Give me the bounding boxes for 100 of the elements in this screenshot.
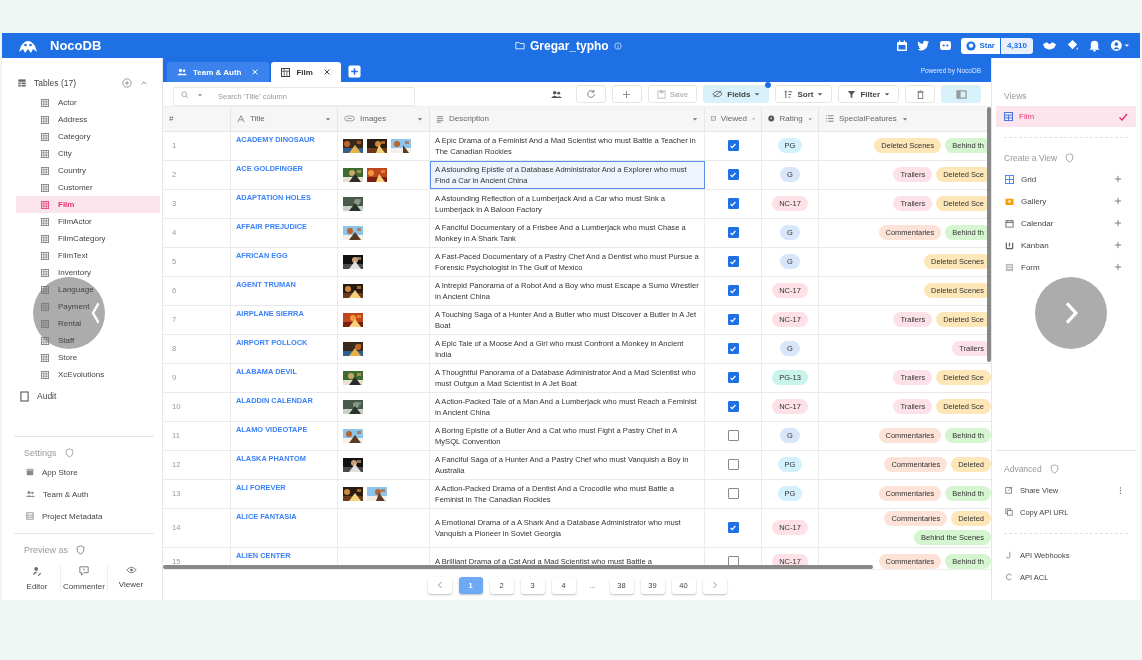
settings-item[interactable]: Team & Auth <box>14 483 154 505</box>
sidebar-table-item[interactable]: Category <box>16 128 160 145</box>
more-icon[interactable] <box>1119 485 1122 495</box>
caret-icon[interactable] <box>325 115 331 122</box>
sidebar-table-item[interactable]: City <box>16 145 160 162</box>
audit-item[interactable]: Audit <box>2 386 162 406</box>
chat-icon[interactable] <box>939 40 953 51</box>
bird-icon[interactable] <box>917 40 931 51</box>
plus-icon[interactable] <box>1114 175 1122 183</box>
checkbox[interactable] <box>727 314 739 326</box>
caret-icon[interactable] <box>692 115 698 122</box>
chevron-left-icon <box>436 581 443 589</box>
checkbox[interactable] <box>727 488 739 500</box>
create-view-item[interactable]: Form <box>996 256 1136 278</box>
sidebar-table-item[interactable]: Actor <box>16 94 160 111</box>
comment-icon <box>79 566 89 576</box>
sidebar-table-item[interactable]: Customer <box>16 179 160 196</box>
column-header[interactable]: SpecialFeatures <box>819 107 991 131</box>
database-icon <box>26 512 34 520</box>
sidebar-table-item[interactable]: Language <box>16 281 160 298</box>
sidebar-table-item[interactable]: Rental <box>16 315 160 332</box>
create-view-item[interactable]: Gallery <box>996 190 1136 212</box>
checkbox[interactable] <box>727 459 739 471</box>
people-icon <box>26 490 35 498</box>
sidebar-table-item[interactable]: Store <box>16 349 160 366</box>
caret-icon[interactable] <box>417 115 423 122</box>
sidebar-table-item[interactable]: Address <box>16 111 160 128</box>
role-button[interactable]: Editor <box>14 566 61 591</box>
shield-icon <box>76 545 85 555</box>
brand-name[interactable]: NocoDB <box>50 38 102 53</box>
sort-button[interactable]: Sort <box>775 85 833 103</box>
column-header[interactable]: Title <box>231 107 338 131</box>
view-item[interactable]: Film <box>996 106 1136 127</box>
create-view-item[interactable]: Kanban <box>996 234 1136 256</box>
advanced-heading: Advanced <box>1004 464 1042 474</box>
grid-icon <box>41 200 49 209</box>
column-header[interactable]: Rating <box>762 107 819 131</box>
checkmark-icon <box>1118 111 1128 122</box>
plus-icon[interactable] <box>1114 263 1122 271</box>
shield-icon <box>1065 153 1075 163</box>
select-icon <box>768 114 775 124</box>
checkbox[interactable] <box>727 140 739 152</box>
checkbox[interactable] <box>727 169 739 181</box>
caret-icon[interactable] <box>901 115 908 122</box>
checkbox[interactable] <box>727 343 739 355</box>
grid-icon <box>41 183 49 192</box>
role-button[interactable]: Commenter <box>61 566 108 591</box>
filter-button[interactable]: Filter <box>838 85 899 103</box>
add-row-button[interactable] <box>611 85 642 103</box>
tab[interactable]: Film <box>271 62 341 82</box>
checkbox[interactable] <box>727 401 739 413</box>
column-header[interactable]: Images <box>338 107 430 131</box>
table-icon <box>18 79 26 87</box>
grid-icon <box>1004 112 1013 121</box>
checkbox[interactable] <box>727 522 739 534</box>
sidebar-table-item[interactable]: Payment <box>16 298 160 315</box>
delete-button[interactable] <box>905 85 935 103</box>
calendar-icon[interactable] <box>896 39 909 52</box>
close-icon[interactable] <box>322 68 331 76</box>
sidebar-table-item[interactable]: FilmActor <box>16 213 160 230</box>
settings-item[interactable]: Project Metadata <box>14 505 154 527</box>
column-header[interactable]: Viewed <box>705 107 762 131</box>
scrollbar[interactable] <box>987 107 991 362</box>
people-icon[interactable] <box>550 89 562 99</box>
column-header[interactable]: Description <box>430 107 705 131</box>
checkbox[interactable] <box>727 285 739 297</box>
tab[interactable]: Team & Auth <box>167 62 270 82</box>
add-tab-icon[interactable] <box>347 65 361 78</box>
scrollbar[interactable] <box>163 565 873 569</box>
sidebar-table-item[interactable]: Country <box>16 162 160 179</box>
toggle-panel-button[interactable] <box>941 85 981 103</box>
bell-icon[interactable] <box>1088 39 1101 52</box>
tables-heading[interactable]: Tables (17) <box>34 78 77 88</box>
caret-icon[interactable] <box>140 79 148 87</box>
sidebar-table-item[interactable]: XcEvolutions <box>16 366 160 383</box>
sidebar-table-item[interactable]: Staff <box>16 332 160 349</box>
column-header[interactable]: # <box>163 107 231 131</box>
user-edit-icon <box>32 566 42 576</box>
plus-icon[interactable] <box>1114 197 1122 205</box>
plus-icon[interactable] <box>1114 219 1122 227</box>
checkbox[interactable] <box>727 256 739 268</box>
checkbox[interactable] <box>727 198 739 210</box>
create-view-item[interactable]: Grid <box>996 168 1136 190</box>
checkbox[interactable] <box>727 372 739 384</box>
checkbox[interactable] <box>727 430 739 442</box>
paperclip-icon <box>344 115 355 123</box>
shield-icon <box>64 448 74 458</box>
info-icon[interactable] <box>613 41 622 50</box>
fields-button[interactable]: Fields <box>703 85 770 103</box>
sidebar-table-item[interactable]: Inventory <box>16 264 160 281</box>
create-view-item[interactable]: Calendar <box>996 212 1136 234</box>
role-button[interactable]: Viewer <box>108 566 154 591</box>
sidebar-table-item[interactable]: FilmCategory <box>16 230 160 247</box>
plus-icon[interactable] <box>1114 241 1122 249</box>
gallery-icon <box>1005 196 1014 206</box>
checkbox[interactable] <box>727 227 739 239</box>
settings-heading: Settings <box>24 448 57 458</box>
sidebar-table-item[interactable]: FilmText <box>16 247 160 264</box>
account-icon[interactable] <box>1110 39 1130 52</box>
settings-item[interactable]: App Store <box>14 461 154 483</box>
